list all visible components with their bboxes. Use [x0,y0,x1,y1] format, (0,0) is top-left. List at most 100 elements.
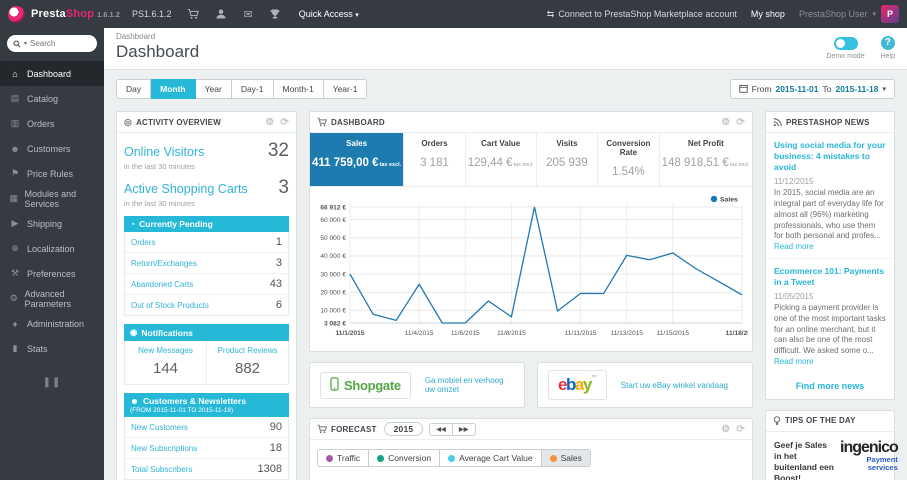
kpi-visits[interactable]: Visits 205 939 [537,133,599,186]
sidebar-item-customers[interactable]: ☻ Customers [0,136,104,161]
range-day-1-button[interactable]: Day-1 [231,79,274,99]
help-control[interactable]: ? Help [881,36,895,60]
shopgate-banner[interactable]: Shopgate Ga mobiel en verhoog uw omzet [309,362,525,408]
abandoned-carts-link[interactable]: Abandoned Carts [131,280,193,289]
forecast-legend-item[interactable]: Average Cart Value [440,449,542,467]
kpi-row: Sales 411 759,00 €tax excl. Orders 3 181 C… [310,133,752,187]
total-subscribers-link[interactable]: Total Subscribers [131,465,192,474]
refresh-icon[interactable]: ⟳ [736,424,745,435]
localization-icon: ⊕ [11,243,19,253]
svg-text:3 082 €: 3 082 € [324,320,346,327]
new-customers-value: 90 [269,421,282,433]
envelope-icon[interactable]: ✉ [243,8,252,21]
range-year-button[interactable]: Year [195,79,232,99]
ebay-banner[interactable]: ebay™ Start uw eBay winkel vandaag [537,362,753,408]
forecast-legend-item[interactable]: Conversion [369,449,441,467]
svg-text:10 000 €: 10 000 € [320,308,346,315]
ebay-banner-link[interactable]: Start uw eBay winkel vandaag [621,381,728,390]
user-menu[interactable]: PrestaShop User ▾ P [799,5,899,23]
ebay-logo[interactable]: ebay™ [548,370,607,400]
forecast-legend-item[interactable]: Sales [541,449,591,467]
sidebar-item-label: Administration [27,318,85,329]
help-icon[interactable]: ? [880,36,895,50]
sidebar-item-price-rules[interactable]: ⚑ Price Rules [0,161,104,186]
chevron-down-icon: ▾ [872,11,876,18]
refresh-icon[interactable]: ⟳ [280,117,289,128]
kpi-net-profit[interactable]: Net Profit 148 918,51 €tax excl. [660,133,752,186]
read-more-link[interactable]: Read more [774,242,814,251]
new-messages-link[interactable]: New Messages [127,346,204,355]
trophy-icon[interactable] [269,8,281,20]
range-year-1-button[interactable]: Year-1 [323,79,368,99]
customers-icon: ☻ [10,143,20,154]
forecast-nav: ◀◀ ▶▶ [429,422,476,436]
sidebar-item-administration[interactable]: ♦ Administration [0,311,104,336]
kpi-orders[interactable]: Orders 3 181 [404,133,466,186]
range-day-button[interactable]: Day [116,79,152,99]
to-label: To [822,84,832,94]
tip-headline: Geef je Sales in het buitenland een Boos… [774,439,834,480]
my-shop-link[interactable]: My shop [751,9,785,19]
svg-text:66 912 €: 66 912 € [320,204,346,211]
sidebar-item-orders[interactable]: ▥ Orders [0,111,104,136]
news-article-date: 11/12/2015 [774,177,814,187]
shopgate-logo[interactable]: Shopgate [320,371,411,399]
fast-forward-icon[interactable]: ▶▶ [452,422,476,436]
sidebar-collapse-button[interactable]: ❚❚ [0,377,104,388]
sidebar-item-localization[interactable]: ⊕ Localization [0,236,104,261]
forecast-year-selector[interactable]: 2015 [383,422,424,436]
out-of-stock-link[interactable]: Out of Stock Products [131,301,209,310]
new-customers-link[interactable]: New Customers [131,423,188,432]
pending-orders-link[interactable]: Orders [131,238,155,247]
cart-icon[interactable] [187,8,200,20]
kpi-sales[interactable]: Sales 411 759,00 €tax excl. [310,133,405,186]
forecast-legend-item[interactable]: Traffic [317,449,370,467]
pending-returns-link[interactable]: Return/Exchanges [131,259,197,268]
sidebar-item-dashboard[interactable]: ⌂ Dashboard [0,61,104,86]
sidebar-item-modules[interactable]: ▦ Modules and Services [0,186,104,211]
sidebar-item-stats[interactable]: ▮ Stats [0,336,104,361]
date-from-value: 2015-11-01 [775,84,819,94]
search-input[interactable] [30,39,83,48]
breadcrumb[interactable]: Dashboard [116,32,199,41]
gear-icon[interactable]: ⚙ [721,117,730,128]
activity-panel-title: ACTIVITY OVERVIEW [136,117,221,127]
date-range-picker[interactable]: From 2015-11-01 To 2015-11-18 ▾ [729,79,895,99]
cart-icon [317,117,327,127]
news-article-title[interactable]: Using social media for your business: 4 … [774,140,886,173]
marketplace-link[interactable]: ⇆ Connect to PrestaShop Marketplace accou… [547,9,737,20]
shopgate-banner-link[interactable]: Ga mobiel en verhoog uw omzet [425,376,514,394]
kpi-conversion-rate[interactable]: Conversion Rate 1.54% [598,133,660,186]
quick-access-menu[interactable]: Quick Access ▾ [299,9,359,19]
ingenico-logo[interactable]: ingenico Payment services [840,439,899,473]
notifications-header: ◉ Notifications [124,324,289,341]
gear-icon[interactable]: ⚙ [721,424,730,435]
sidebar-item-preferences[interactable]: ⚒ Preferences [0,261,104,286]
read-more-link[interactable]: Read more [774,357,814,366]
gear-icon[interactable]: ⚙ [265,117,274,128]
currently-pending-header: ◔ Currently Pending [124,216,289,232]
range-month-1-button[interactable]: Month-1 [273,79,324,99]
demo-mode-toggle[interactable] [833,37,858,50]
demo-mode-control[interactable]: Demo mode [826,37,865,60]
product-reviews-value: 882 [234,360,261,377]
sidebar-item-shipping[interactable]: ▶ Shipping [0,211,104,236]
sidebar-item-catalog[interactable]: ▤ Catalog [0,86,104,111]
news-article-title[interactable]: Ecommerce 101: Payments in a Tweet [774,266,886,288]
active-carts-link[interactable]: Active Shopping Carts [124,182,248,196]
customer-icon[interactable] [215,8,227,20]
chevron-down-icon[interactable]: ▾ [24,40,27,47]
avatar: P [881,5,899,23]
refresh-icon[interactable]: ⟳ [736,117,745,128]
new-subscriptions-link[interactable]: New Subscriptions [131,444,197,453]
link-icon: ⇆ [546,8,555,19]
advanced-parameters-icon: ⚙ [9,293,18,303]
from-label: From [751,84,772,94]
online-visitors-link[interactable]: Online Visitors [124,145,204,159]
rewind-icon[interactable]: ◀◀ [429,422,453,436]
sidebar-item-advanced-parameters[interactable]: ⚙ Advanced Parameters [0,286,104,311]
product-reviews-link[interactable]: Product Reviews [209,346,286,355]
kpi-cart-value[interactable]: Cart Value 129,44 €tax excl. [466,133,537,186]
range-month-button[interactable]: Month [151,79,196,99]
find-more-news-link[interactable]: Find more news [766,373,894,399]
